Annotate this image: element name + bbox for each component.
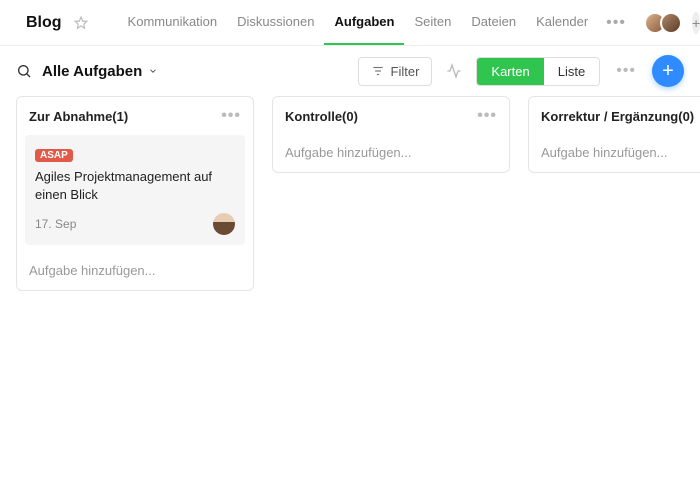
view-selector[interactable]: Alle Aufgaben bbox=[42, 63, 158, 80]
nav-item-seiten[interactable]: Seiten bbox=[404, 0, 461, 45]
nav-item-diskussionen[interactable]: Diskussionen bbox=[227, 0, 324, 45]
column-menu-icon[interactable]: ••• bbox=[221, 107, 241, 125]
view-toggle: Karten Liste bbox=[476, 57, 600, 86]
search-icon[interactable] bbox=[16, 63, 32, 79]
add-task-input[interactable]: Aufgabe hinzufügen... bbox=[529, 135, 700, 172]
priority-badge: ASAP bbox=[35, 149, 73, 162]
column-zur-abnahme: Zur Abnahme(1) ••• ASAP Agiles Projektma… bbox=[16, 96, 254, 291]
filter-button[interactable]: Filter bbox=[358, 57, 433, 86]
column-title: Kontrolle(0) bbox=[285, 109, 358, 124]
task-card[interactable]: ASAP Agiles Projektmanagement auf einen … bbox=[25, 135, 245, 245]
toggle-cards-button[interactable]: Karten bbox=[477, 58, 543, 85]
column-menu-icon[interactable]: ••• bbox=[477, 107, 497, 125]
kanban-board: Zur Abnahme(1) ••• ASAP Agiles Projektma… bbox=[0, 96, 700, 307]
nav-item-aufgaben[interactable]: Aufgaben bbox=[324, 0, 404, 45]
top-bar: Blog Kommunikation Diskussionen Aufgaben… bbox=[0, 0, 700, 46]
add-task-input[interactable]: Aufgabe hinzufügen... bbox=[17, 253, 253, 290]
star-icon[interactable] bbox=[74, 16, 88, 30]
add-task-input[interactable]: Aufgabe hinzufügen... bbox=[273, 135, 509, 172]
nav-item-kommunikation[interactable]: Kommunikation bbox=[118, 0, 228, 45]
filter-label: Filter bbox=[391, 64, 420, 79]
view-title-label: Alle Aufgaben bbox=[42, 63, 142, 80]
add-member-button[interactable]: + bbox=[692, 12, 700, 34]
nav-item-kalender[interactable]: Kalender bbox=[526, 0, 598, 45]
filter-icon bbox=[371, 64, 385, 78]
chevron-down-icon bbox=[148, 66, 158, 76]
column-title: Korrektur / Ergänzung(0) bbox=[541, 109, 694, 124]
toolbar-more-icon[interactable]: ••• bbox=[610, 58, 642, 84]
column-korrektur: Korrektur / Ergänzung(0) ••• Aufgabe hin… bbox=[528, 96, 700, 173]
toggle-list-button[interactable]: Liste bbox=[544, 58, 599, 85]
add-button[interactable]: + bbox=[652, 55, 684, 87]
activity-icon[interactable] bbox=[442, 59, 466, 83]
assignee-avatar[interactable] bbox=[213, 213, 235, 235]
toolbar: Alle Aufgaben Filter Karten Liste ••• + bbox=[0, 46, 700, 96]
card-date: 17. Sep bbox=[35, 217, 76, 231]
column-kontrolle: Kontrolle(0) ••• Aufgabe hinzufügen... bbox=[272, 96, 510, 173]
column-title: Zur Abnahme(1) bbox=[29, 109, 128, 124]
top-nav: Kommunikation Diskussionen Aufgaben Seit… bbox=[118, 0, 634, 45]
nav-item-dateien[interactable]: Dateien bbox=[461, 0, 526, 45]
member-avatars bbox=[650, 12, 682, 34]
card-title: Agiles Projektmanagement auf einen Blick bbox=[35, 168, 235, 203]
avatar[interactable] bbox=[660, 12, 682, 34]
nav-more-icon[interactable]: ••• bbox=[598, 0, 634, 45]
page-title: Blog bbox=[26, 14, 62, 32]
